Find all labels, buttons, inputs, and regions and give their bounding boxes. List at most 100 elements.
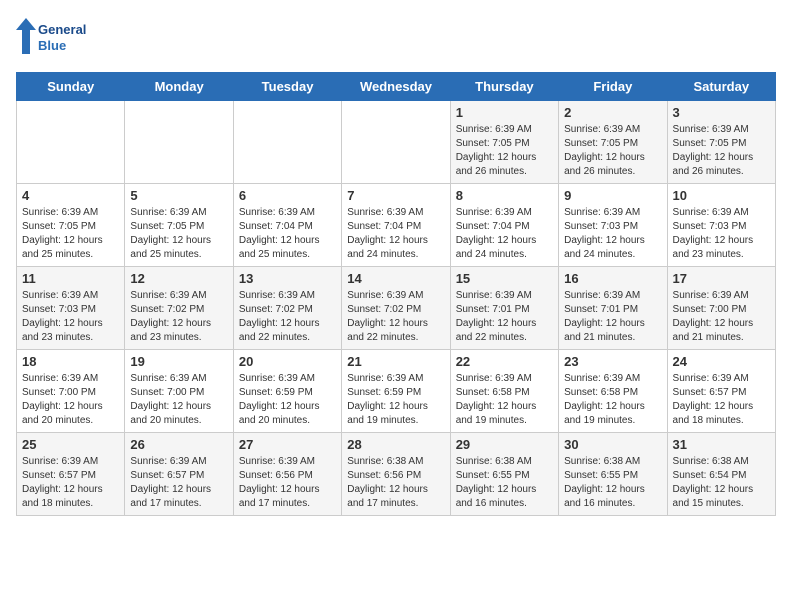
calendar-cell: 4 Sunrise: 6:39 AM Sunset: 7:05 PM Daylig… <box>17 184 125 267</box>
calendar-cell <box>17 101 125 184</box>
day-info: Sunrise: 6:39 AM Sunset: 7:05 PM Dayligh… <box>22 206 119 262</box>
day-info: Sunrise: 6:39 AM Sunset: 6:59 PM Dayligh… <box>347 372 444 428</box>
weekday-header: Saturday <box>667 73 775 101</box>
calendar-week: 1 Sunrise: 6:39 AM Sunset: 7:05 PM Daylig… <box>17 101 776 184</box>
day-number: 6 <box>239 188 336 203</box>
day-info: Sunrise: 6:38 AM Sunset: 6:55 PM Dayligh… <box>456 455 553 511</box>
calendar-cell: 1 Sunrise: 6:39 AM Sunset: 7:05 PM Daylig… <box>450 101 558 184</box>
calendar-cell: 28Sunrise: 6:38 AM Sunset: 6:56 PM Dayli… <box>342 433 450 516</box>
calendar-cell: 17 Sunrise: 6:39 AM Sunset: 7:00 PM Dayli… <box>667 267 775 350</box>
day-number: 3 <box>673 105 770 120</box>
day-number: 16 <box>564 271 661 286</box>
day-number: 9 <box>564 188 661 203</box>
weekday-header: Friday <box>559 73 667 101</box>
calendar-cell: 7 Sunrise: 6:39 AM Sunset: 7:04 PM Daylig… <box>342 184 450 267</box>
svg-text:Blue: Blue <box>38 38 66 53</box>
day-number: 15 <box>456 271 553 286</box>
calendar-header: SundayMondayTuesdayWednesdayThursdayFrid… <box>17 73 776 101</box>
header-row: SundayMondayTuesdayWednesdayThursdayFrid… <box>17 73 776 101</box>
day-info: Sunrise: 6:39 AM Sunset: 7:04 PM Dayligh… <box>239 206 336 262</box>
day-info: Sunrise: 6:39 AM Sunset: 7:05 PM Dayligh… <box>673 123 770 179</box>
calendar-week: 18 Sunrise: 6:39 AM Sunset: 7:00 PM Dayli… <box>17 350 776 433</box>
day-info: Sunrise: 6:39 AM Sunset: 6:59 PM Dayligh… <box>239 372 336 428</box>
calendar-cell: 13 Sunrise: 6:39 AM Sunset: 7:02 PM Dayli… <box>233 267 341 350</box>
calendar-cell: 6 Sunrise: 6:39 AM Sunset: 7:04 PM Daylig… <box>233 184 341 267</box>
day-number: 17 <box>673 271 770 286</box>
weekday-header: Tuesday <box>233 73 341 101</box>
day-info: Sunrise: 6:39 AM Sunset: 7:03 PM Dayligh… <box>22 289 119 345</box>
day-info: Sunrise: 6:39 AM Sunset: 7:02 PM Dayligh… <box>239 289 336 345</box>
day-info: Sunrise: 6:39 AM Sunset: 7:03 PM Dayligh… <box>564 206 661 262</box>
day-number: 24 <box>673 354 770 369</box>
calendar-cell <box>342 101 450 184</box>
calendar-cell: 21 Sunrise: 6:39 AM Sunset: 6:59 PM Dayli… <box>342 350 450 433</box>
day-number: 31 <box>673 437 770 452</box>
logo-svg: General Blue <box>16 16 96 60</box>
calendar-cell: 8 Sunrise: 6:39 AM Sunset: 7:04 PM Daylig… <box>450 184 558 267</box>
calendar-cell: 10Sunrise: 6:39 AM Sunset: 7:03 PM Dayli… <box>667 184 775 267</box>
calendar-cell: 24 Sunrise: 6:39 AM Sunset: 6:57 PM Dayli… <box>667 350 775 433</box>
calendar-cell: 5 Sunrise: 6:39 AM Sunset: 7:05 PM Daylig… <box>125 184 233 267</box>
calendar-cell: 14 Sunrise: 6:39 AM Sunset: 7:02 PM Dayli… <box>342 267 450 350</box>
day-number: 13 <box>239 271 336 286</box>
calendar-cell: 9 Sunrise: 6:39 AM Sunset: 7:03 PM Daylig… <box>559 184 667 267</box>
calendar-cell: 20 Sunrise: 6:39 AM Sunset: 6:59 PM Dayli… <box>233 350 341 433</box>
day-number: 20 <box>239 354 336 369</box>
calendar-cell: 29Sunrise: 6:38 AM Sunset: 6:55 PM Dayli… <box>450 433 558 516</box>
day-info: Sunrise: 6:38 AM Sunset: 6:56 PM Dayligh… <box>347 455 444 511</box>
day-info: Sunrise: 6:39 AM Sunset: 7:05 PM Dayligh… <box>130 206 227 262</box>
day-info: Sunrise: 6:39 AM Sunset: 6:56 PM Dayligh… <box>239 455 336 511</box>
logo: General Blue <box>16 16 96 60</box>
weekday-header: Sunday <box>17 73 125 101</box>
day-number: 21 <box>347 354 444 369</box>
calendar-cell: 22 Sunrise: 6:39 AM Sunset: 6:58 PM Dayli… <box>450 350 558 433</box>
day-info: Sunrise: 6:39 AM Sunset: 7:00 PM Dayligh… <box>130 372 227 428</box>
day-info: Sunrise: 6:39 AM Sunset: 6:58 PM Dayligh… <box>456 372 553 428</box>
day-info: Sunrise: 6:39 AM Sunset: 7:02 PM Dayligh… <box>347 289 444 345</box>
calendar-cell <box>125 101 233 184</box>
day-number: 14 <box>347 271 444 286</box>
day-info: Sunrise: 6:38 AM Sunset: 6:54 PM Dayligh… <box>673 455 770 511</box>
weekday-header: Thursday <box>450 73 558 101</box>
calendar-cell: 16 Sunrise: 6:39 AM Sunset: 7:01 PM Dayli… <box>559 267 667 350</box>
calendar-cell: 31 Sunrise: 6:38 AM Sunset: 6:54 PM Dayli… <box>667 433 775 516</box>
day-number: 1 <box>456 105 553 120</box>
day-number: 27 <box>239 437 336 452</box>
weekday-header: Wednesday <box>342 73 450 101</box>
day-info: Sunrise: 6:39 AM Sunset: 7:04 PM Dayligh… <box>456 206 553 262</box>
day-info: Sunrise: 6:39 AM Sunset: 6:57 PM Dayligh… <box>673 372 770 428</box>
calendar-week: 25 Sunrise: 6:39 AM Sunset: 6:57 PM Dayli… <box>17 433 776 516</box>
day-number: 18 <box>22 354 119 369</box>
day-number: 4 <box>22 188 119 203</box>
weekday-header: Monday <box>125 73 233 101</box>
day-number: 25 <box>22 437 119 452</box>
day-number: 22 <box>456 354 553 369</box>
day-info: Sunrise: 6:39 AM Sunset: 7:01 PM Dayligh… <box>564 289 661 345</box>
calendar-cell: 2Sunrise: 6:39 AM Sunset: 7:05 PM Daylig… <box>559 101 667 184</box>
svg-text:General: General <box>38 22 86 37</box>
calendar-cell: 15 Sunrise: 6:39 AM Sunset: 7:01 PM Dayli… <box>450 267 558 350</box>
day-info: Sunrise: 6:39 AM Sunset: 7:02 PM Dayligh… <box>130 289 227 345</box>
day-number: 7 <box>347 188 444 203</box>
day-info: Sunrise: 6:39 AM Sunset: 7:05 PM Dayligh… <box>564 123 661 179</box>
day-number: 5 <box>130 188 227 203</box>
day-number: 10 <box>673 188 770 203</box>
day-info: Sunrise: 6:39 AM Sunset: 6:57 PM Dayligh… <box>130 455 227 511</box>
day-info: Sunrise: 6:39 AM Sunset: 7:00 PM Dayligh… <box>22 372 119 428</box>
calendar-cell: 12Sunrise: 6:39 AM Sunset: 7:02 PM Dayli… <box>125 267 233 350</box>
day-number: 19 <box>130 354 227 369</box>
day-info: Sunrise: 6:39 AM Sunset: 7:04 PM Dayligh… <box>347 206 444 262</box>
calendar-cell: 26 Sunrise: 6:39 AM Sunset: 6:57 PM Dayli… <box>125 433 233 516</box>
page-header: General Blue <box>16 16 776 60</box>
day-number: 11 <box>22 271 119 286</box>
day-number: 8 <box>456 188 553 203</box>
day-info: Sunrise: 6:39 AM Sunset: 7:05 PM Dayligh… <box>456 123 553 179</box>
day-number: 26 <box>130 437 227 452</box>
calendar-cell: 19 Sunrise: 6:39 AM Sunset: 7:00 PM Dayli… <box>125 350 233 433</box>
day-info: Sunrise: 6:39 AM Sunset: 7:00 PM Dayligh… <box>673 289 770 345</box>
calendar-cell: 30Sunrise: 6:38 AM Sunset: 6:55 PM Dayli… <box>559 433 667 516</box>
calendar-cell: 27 Sunrise: 6:39 AM Sunset: 6:56 PM Dayli… <box>233 433 341 516</box>
day-info: Sunrise: 6:39 AM Sunset: 7:01 PM Dayligh… <box>456 289 553 345</box>
calendar-table: SundayMondayTuesdayWednesdayThursdayFrid… <box>16 72 776 516</box>
day-number: 23 <box>564 354 661 369</box>
